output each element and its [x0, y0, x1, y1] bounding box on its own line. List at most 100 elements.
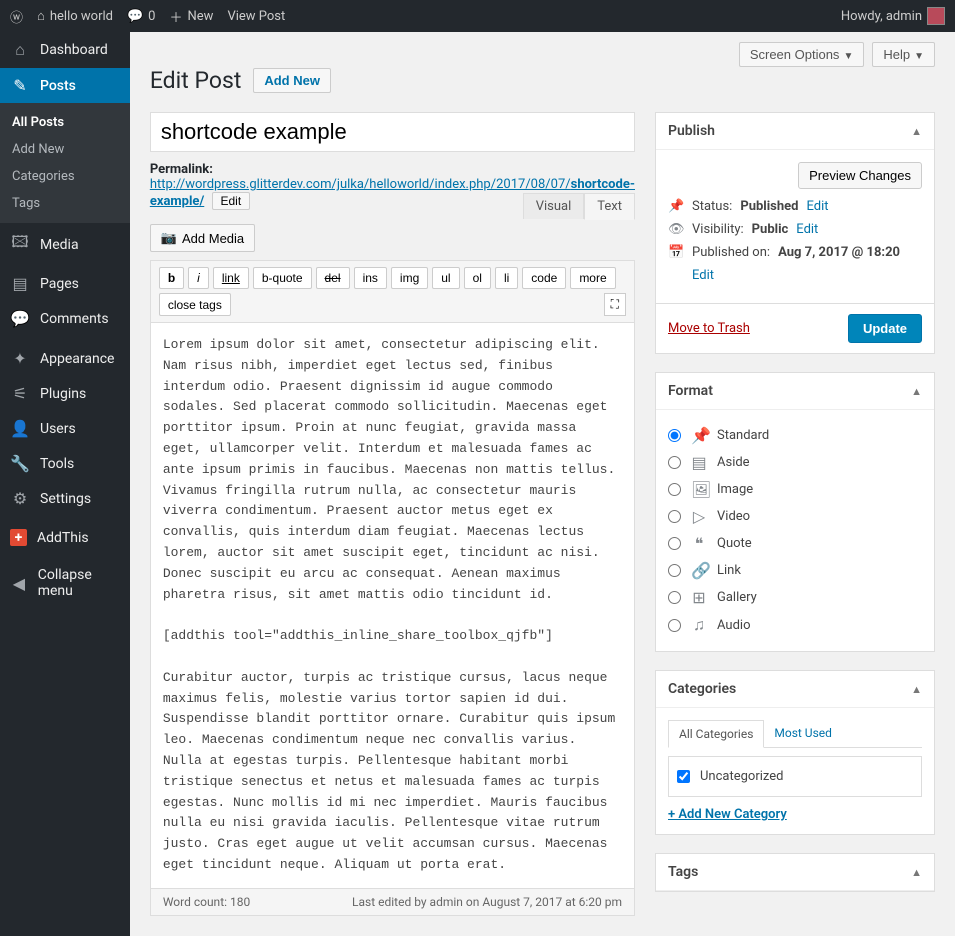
qt-b-button[interactable]: b [159, 267, 184, 289]
view-post-link[interactable]: View Post [227, 9, 285, 24]
qt-del-button[interactable]: del [316, 267, 350, 289]
format-radio[interactable] [668, 483, 681, 496]
sidebar-sub-all-posts[interactable]: All Posts [0, 109, 130, 136]
visual-tab[interactable]: Visual [523, 193, 585, 219]
media-icon: 🖾 [10, 231, 30, 258]
format-video[interactable]: ▷Video [668, 503, 922, 530]
toggle-icon[interactable]: ▲ [911, 866, 922, 879]
format-radio[interactable] [668, 429, 681, 442]
sidebar-item-label: Plugins [40, 386, 86, 402]
new-link[interactable]: ＋ New [169, 7, 213, 26]
screen-options-button[interactable]: Screen Options▼ [739, 42, 865, 67]
link-icon: 🔗 [691, 561, 707, 580]
add-media-button[interactable]: 📷 Add Media [150, 224, 255, 252]
update-button[interactable]: Update [848, 314, 922, 343]
format-aside[interactable]: ▤Aside [668, 449, 922, 476]
publish-box: Publish▲ Preview Changes 📌Status: Publis… [655, 112, 935, 354]
format-quote[interactable]: ❝Quote [668, 530, 922, 557]
format-radio[interactable] [668, 591, 681, 604]
help-button[interactable]: Help▼ [872, 42, 935, 67]
qt-ul-button[interactable]: ul [432, 267, 459, 289]
format-radio[interactable] [668, 564, 681, 577]
toggle-icon[interactable]: ▲ [911, 385, 922, 398]
audio-icon: ♫ [691, 615, 707, 635]
toggle-icon[interactable]: ▲ [911, 683, 922, 696]
sidebar-item-pages[interactable]: ▤Pages [0, 266, 130, 301]
category-checkbox[interactable] [677, 770, 690, 783]
qt-code-button[interactable]: code [522, 267, 566, 289]
sidebar-item-label: Settings [40, 491, 91, 507]
sidebar-item-comments[interactable]: 💬Comments [0, 301, 130, 336]
format-label: Image [717, 482, 753, 497]
format-radio[interactable] [668, 619, 681, 632]
format-standard[interactable]: 📌Standard [668, 422, 922, 449]
gallery-icon: ⊞ [691, 588, 707, 607]
appearance-icon: ✦ [10, 349, 30, 368]
tab-all-categories[interactable]: All Categories [668, 720, 764, 748]
format-label: Gallery [717, 590, 757, 605]
add-new-button[interactable]: Add New [253, 68, 331, 93]
fullscreen-button[interactable]: ⛶ [604, 293, 626, 316]
format-gallery[interactable]: ⊞ Gallery [668, 584, 922, 611]
settings-icon: ⚙ [10, 489, 30, 508]
addthis-icon: + [10, 529, 27, 546]
sidebar-item-media[interactable]: 🖾Media [0, 223, 130, 266]
qt-b-quote-button[interactable]: b-quote [253, 267, 312, 289]
sidebar-item-label: Dashboard [40, 42, 108, 58]
sidebar-item-collapse-menu[interactable]: ◀Collapse menu [0, 559, 130, 607]
format-radio[interactable] [668, 510, 681, 523]
format-radio[interactable] [668, 456, 681, 469]
account-link[interactable]: Howdy, admin [841, 7, 945, 25]
move-to-trash-link[interactable]: Move to Trash [668, 321, 750, 336]
edit-visibility-link[interactable]: Edit [796, 222, 818, 237]
sidebar-item-posts[interactable]: ✎Posts [0, 68, 130, 103]
format-audio[interactable]: ♫ Audio [668, 611, 922, 639]
admin-bar: ⓦ ⌂ hello world 💬 0 ＋ New View Post Howd… [0, 0, 955, 32]
category-item[interactable]: Uncategorized [677, 765, 913, 788]
qt-li-button[interactable]: li [495, 267, 518, 289]
toggle-icon[interactable]: ▲ [911, 125, 922, 138]
sidebar-item-settings[interactable]: ⚙ Settings [0, 481, 130, 516]
format-link[interactable]: 🔗Link [668, 557, 922, 584]
sidebar-sub-categories[interactable]: Categories [0, 163, 130, 190]
sidebar-item-appearance[interactable]: ✦Appearance [0, 341, 130, 376]
edit-date-link[interactable]: Edit [692, 268, 714, 283]
site-link[interactable]: ⌂ hello world [37, 8, 113, 24]
format-label: Quote [717, 536, 752, 551]
pages-icon: ▤ [10, 274, 30, 293]
post-title-input[interactable] [150, 112, 635, 152]
qt-i-button[interactable]: i [188, 267, 209, 289]
tab-most-used[interactable]: Most Used [764, 720, 842, 747]
comments-link[interactable]: 💬 0 [127, 9, 156, 24]
wp-logo[interactable]: ⓦ [10, 7, 23, 26]
sidebar-item-dashboard[interactable]: ⌂Dashboard [0, 32, 130, 68]
sidebar-sub-add-new[interactable]: Add New [0, 136, 130, 163]
format-image[interactable]: 🖼Image [668, 476, 922, 503]
categories-box: Categories▲ All Categories Most Used Unc… [655, 670, 935, 835]
users-icon: 👤 [10, 419, 30, 438]
sidebar-item-addthis[interactable]: +AddThis [0, 521, 130, 554]
edit-status-link[interactable]: Edit [806, 199, 828, 214]
format-label: Audio [717, 618, 750, 633]
text-tab[interactable]: Text [584, 193, 635, 220]
add-category-link[interactable]: + Add New Category [668, 807, 787, 822]
page-title: Edit Post [150, 67, 242, 94]
sidebar-item-users[interactable]: 👤Users [0, 411, 130, 446]
qt-ins-button[interactable]: ins [354, 267, 387, 289]
tags-box: Tags▲ [655, 853, 935, 892]
qt-link-button[interactable]: link [213, 267, 249, 289]
aside-icon: ▤ [691, 453, 707, 472]
format-radio[interactable] [668, 537, 681, 550]
preview-changes-button[interactable]: Preview Changes [798, 162, 922, 189]
content-textarea[interactable]: Lorem ipsum dolor sit amet, consectetur … [151, 323, 634, 888]
qt-img-button[interactable]: img [391, 267, 428, 289]
edit-slug-button[interactable]: Edit [212, 192, 251, 210]
sidebar-item-label: Posts [40, 78, 76, 94]
qt-ol-button[interactable]: ol [464, 267, 491, 289]
sidebar-item-tools[interactable]: 🔧Tools [0, 446, 130, 481]
format-label: Video [717, 509, 750, 524]
qt-more-button[interactable]: more [570, 267, 615, 289]
qt-close-tags-button[interactable]: close tags [159, 293, 231, 316]
sidebar-item-plugins[interactable]: ⚟Plugins [0, 376, 130, 411]
sidebar-sub-tags[interactable]: Tags [0, 190, 130, 217]
